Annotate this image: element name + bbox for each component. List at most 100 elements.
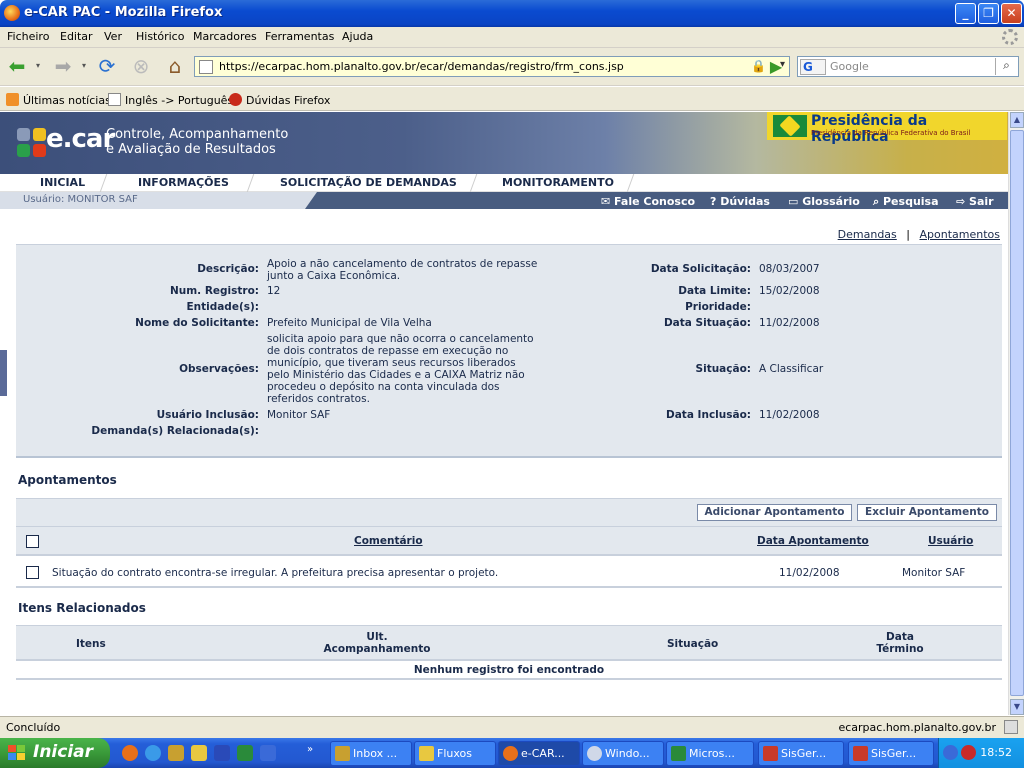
select-all-checkbox[interactable] (26, 535, 39, 548)
link-demandas[interactable]: Demandas (838, 228, 897, 241)
link-sair[interactable]: ⇨ Sair (956, 195, 994, 208)
nav-inicial[interactable]: INICIAL (40, 176, 85, 189)
sidebar-toggle-handle[interactable] (0, 350, 7, 396)
row-checkbox[interactable] (26, 566, 39, 579)
row-usuario: Monitor SAF (902, 567, 966, 579)
menu-ferramentas[interactable]: Ferramentas (265, 30, 334, 43)
header-usuario[interactable]: Usuário (928, 535, 973, 547)
header-itens: Itens (76, 638, 106, 650)
nav-solicitacao-demandas[interactable]: SOLICITAÇÃO DE DEMANDAS (280, 176, 457, 189)
menu-ver[interactable]: Ver (104, 30, 122, 43)
home-icon[interactable]: ⌂ (162, 54, 188, 80)
stop-icon[interactable]: ⊗ (128, 54, 154, 80)
page-favicon-icon (199, 60, 213, 74)
window-titlebar: e-CAR PAC - Mozilla Firefox _ ❐ ✕ (0, 0, 1024, 27)
header-situacao: Situação (667, 638, 719, 650)
scroll-down-arrow-icon[interactable]: ▼ (1010, 699, 1024, 715)
search-box[interactable]: G Google ⌕ (797, 56, 1019, 77)
restore-button[interactable]: ❐ (978, 3, 999, 24)
messenger-icon[interactable] (260, 745, 276, 761)
padlock-icon[interactable]: 🔒 (751, 59, 766, 73)
task-sisger-1[interactable]: SisGer... (758, 741, 844, 766)
nav-informacoes[interactable]: INFORMAÇÕES (138, 176, 229, 189)
security-lock-icon[interactable] (1004, 720, 1018, 734)
nav-separator (99, 174, 108, 192)
bookmark-ingles-portugues[interactable]: Inglês -> Português (108, 93, 233, 107)
header-data-termino: Data Término (876, 631, 924, 655)
ecar-logo-icon (17, 128, 47, 158)
quicklaunch-more-icon[interactable]: » (307, 744, 313, 755)
firefox-icon (4, 5, 20, 21)
delete-apontamento-button[interactable]: Excluir Apontamento (857, 504, 997, 521)
task-sisger-2[interactable]: SisGer... (848, 741, 934, 766)
rss-icon (6, 93, 19, 106)
menu-ajuda[interactable]: Ajuda (342, 30, 373, 43)
reload-icon[interactable]: ⟳ (94, 54, 120, 80)
empty-row: Nenhum registro foi encontrado (16, 662, 1002, 680)
firefox-quicklaunch-icon[interactable] (122, 745, 138, 761)
link-fale-conosco[interactable]: ✉ Fale Conosco (601, 195, 695, 208)
row-data: 11/02/2008 (779, 567, 840, 579)
bookmark-duvidas-firefox[interactable]: Dúvidas Firefox (229, 93, 330, 107)
url-text[interactable]: https://ecarpac.hom.planalto.gov.br/ecar… (219, 60, 624, 73)
antivirus-icon[interactable] (961, 745, 976, 760)
header-ult-acompanhamento: Ult. Acompanhamento (323, 631, 431, 655)
observacoes-label: Observações: (179, 363, 259, 375)
start-button[interactable]: Iniciar (0, 738, 110, 768)
close-button[interactable]: ✕ (1001, 3, 1022, 24)
forward-arrow-icon[interactable]: ➡ (50, 54, 76, 80)
nome-solicitante-value: Prefeito Municipal de Vila Velha (267, 317, 432, 329)
nav-monitoramento[interactable]: MONITORAMENTO (502, 176, 614, 189)
situacao-value: A Classificar (759, 363, 824, 375)
add-apontamento-button[interactable]: Adicionar Apontamento (697, 504, 852, 521)
status-text: Concluído (6, 721, 61, 734)
menu-ficheiro[interactable]: Ficheiro (7, 30, 49, 43)
header-data-apontamento[interactable]: Data Apontamento (757, 535, 869, 547)
search-input[interactable]: Google (830, 60, 869, 73)
task-microsoft[interactable]: Micros... (666, 741, 754, 766)
task-ecar[interactable]: e-CAR... (498, 741, 580, 766)
excel-icon[interactable] (237, 745, 253, 761)
bookmark-ultimas-noticias[interactable]: Últimas notícias (6, 93, 111, 107)
url-bar[interactable]: https://ecarpac.hom.planalto.gov.br/ecar… (194, 56, 790, 77)
outlook-icon[interactable] (168, 745, 184, 761)
link-duvidas[interactable]: ? Dúvidas (710, 195, 770, 208)
task-fluxos[interactable]: Fluxos (414, 741, 496, 766)
word-icon[interactable] (214, 745, 230, 761)
observacoes-value: solicita apoio para que não ocorra o can… (267, 333, 534, 405)
search-icon[interactable]: ⌕ (995, 58, 1017, 75)
navigation-toolbar: ⬅ ▾ ➡ ▾ ⟳ ⊗ ⌂ https://ecarpac.hom.planal… (0, 48, 1024, 86)
task-windows[interactable]: Windo... (582, 741, 664, 766)
nome-solicitante-label: Nome do Solicitante: (135, 317, 259, 329)
folder-icon: ▭ (788, 195, 803, 208)
search-engine-icon[interactable]: G (800, 59, 826, 75)
num-registro-value: 12 (267, 285, 281, 297)
menu-marcadores[interactable]: Marcadores (193, 30, 257, 43)
link-pesquisa[interactable]: ⌕ Pesquisa (873, 195, 939, 209)
back-arrow-icon[interactable]: ⬅ (4, 54, 30, 80)
link-apontamentos[interactable]: Apontamentos (920, 228, 1001, 241)
system-tray: 18:52 (938, 738, 1024, 768)
descricao-value: Apoio a não cancelamento de contratos de… (267, 258, 538, 282)
task-inbox[interactable]: Inbox ... (330, 741, 412, 766)
scroll-up-arrow-icon[interactable]: ▲ (1010, 112, 1024, 128)
header-comentario[interactable]: Comentário (354, 535, 423, 547)
menu-editar[interactable]: Editar (60, 30, 93, 43)
magnifier-icon: ⌕ (873, 195, 883, 208)
link-glossario[interactable]: ▭ Glossário (788, 195, 860, 208)
menu-historico[interactable]: Histórico (136, 30, 184, 43)
prioridade-label: Prioridade: (685, 301, 751, 313)
vertical-scrollbar[interactable]: ▲ ▼ (1008, 112, 1024, 715)
go-button[interactable]: ▶ (766, 57, 786, 77)
explorer-folder-icon[interactable] (191, 745, 207, 761)
num-registro-label: Num. Registro: (169, 285, 259, 297)
data-limite-label: Data Limite: (678, 285, 751, 297)
tray-expand-icon[interactable] (943, 745, 958, 760)
main-navigation: INICIAL INFORMAÇÕES SOLICITAÇÃO DE DEMAN… (0, 174, 1008, 192)
page-icon (108, 93, 121, 106)
internet-explorer-icon[interactable] (145, 745, 161, 761)
minimize-button[interactable]: _ (955, 3, 976, 24)
forward-history-dropdown[interactable]: ▾ (78, 54, 90, 80)
back-history-dropdown[interactable]: ▾ (32, 54, 44, 80)
scrollbar-thumb[interactable] (1010, 130, 1024, 696)
